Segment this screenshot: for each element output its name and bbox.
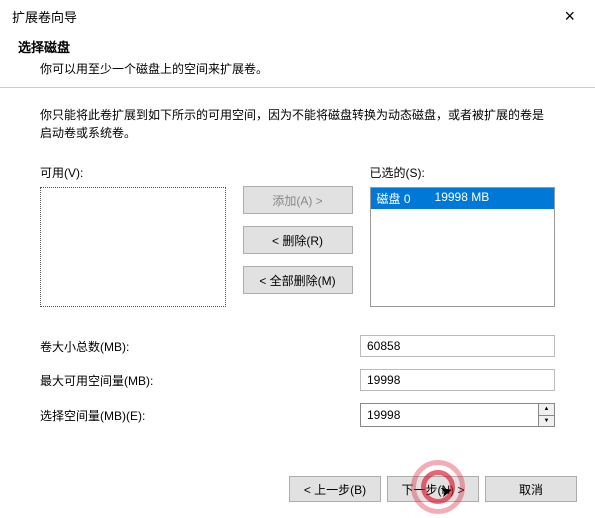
select-amount-label: 选择空间量(MB)(E): xyxy=(40,407,360,424)
select-amount-input[interactable] xyxy=(361,404,538,426)
disk-size: 19998 MB xyxy=(435,190,490,207)
window-title: 扩展卷向导 xyxy=(12,7,77,26)
spinner-down-icon[interactable]: ▼ xyxy=(539,416,554,427)
remove-all-button[interactable]: < 全部删除(M) xyxy=(243,266,353,294)
back-button[interactable]: < 上一步(B) xyxy=(289,476,381,502)
disk-name: 磁盘 0 xyxy=(377,190,411,207)
close-icon[interactable]: × xyxy=(556,6,583,27)
wizard-step-desc: 你可以用至少一个磁盘上的空间来扩展卷。 xyxy=(18,56,577,77)
intro-text: 你只能将此卷扩展到如下所示的可用空间，因为不能将磁盘转换为动态磁盘，或者被扩展的… xyxy=(40,106,555,142)
available-listbox[interactable] xyxy=(40,187,226,307)
available-label: 可用(V): xyxy=(40,164,226,181)
remove-button[interactable]: < 删除(R) xyxy=(243,226,353,254)
cancel-button[interactable]: 取消 xyxy=(485,476,577,502)
max-avail-value: 19998 xyxy=(360,369,555,391)
add-button[interactable]: 添加(A) > xyxy=(243,186,353,214)
max-avail-label: 最大可用空间量(MB): xyxy=(40,372,360,389)
select-amount-spinner[interactable]: ▲ ▼ xyxy=(360,403,555,427)
list-item[interactable]: 磁盘 0 19998 MB xyxy=(371,188,555,209)
total-size-label: 卷大小总数(MB): xyxy=(40,338,360,355)
spinner-up-icon[interactable]: ▲ xyxy=(539,404,554,416)
total-size-value: 60858 xyxy=(360,335,555,357)
selected-label: 已选的(S): xyxy=(370,164,556,181)
next-button[interactable]: 下一步(N) > xyxy=(387,476,479,502)
selected-listbox[interactable]: 磁盘 0 19998 MB xyxy=(370,187,556,307)
wizard-step-title: 选择磁盘 xyxy=(18,37,577,56)
